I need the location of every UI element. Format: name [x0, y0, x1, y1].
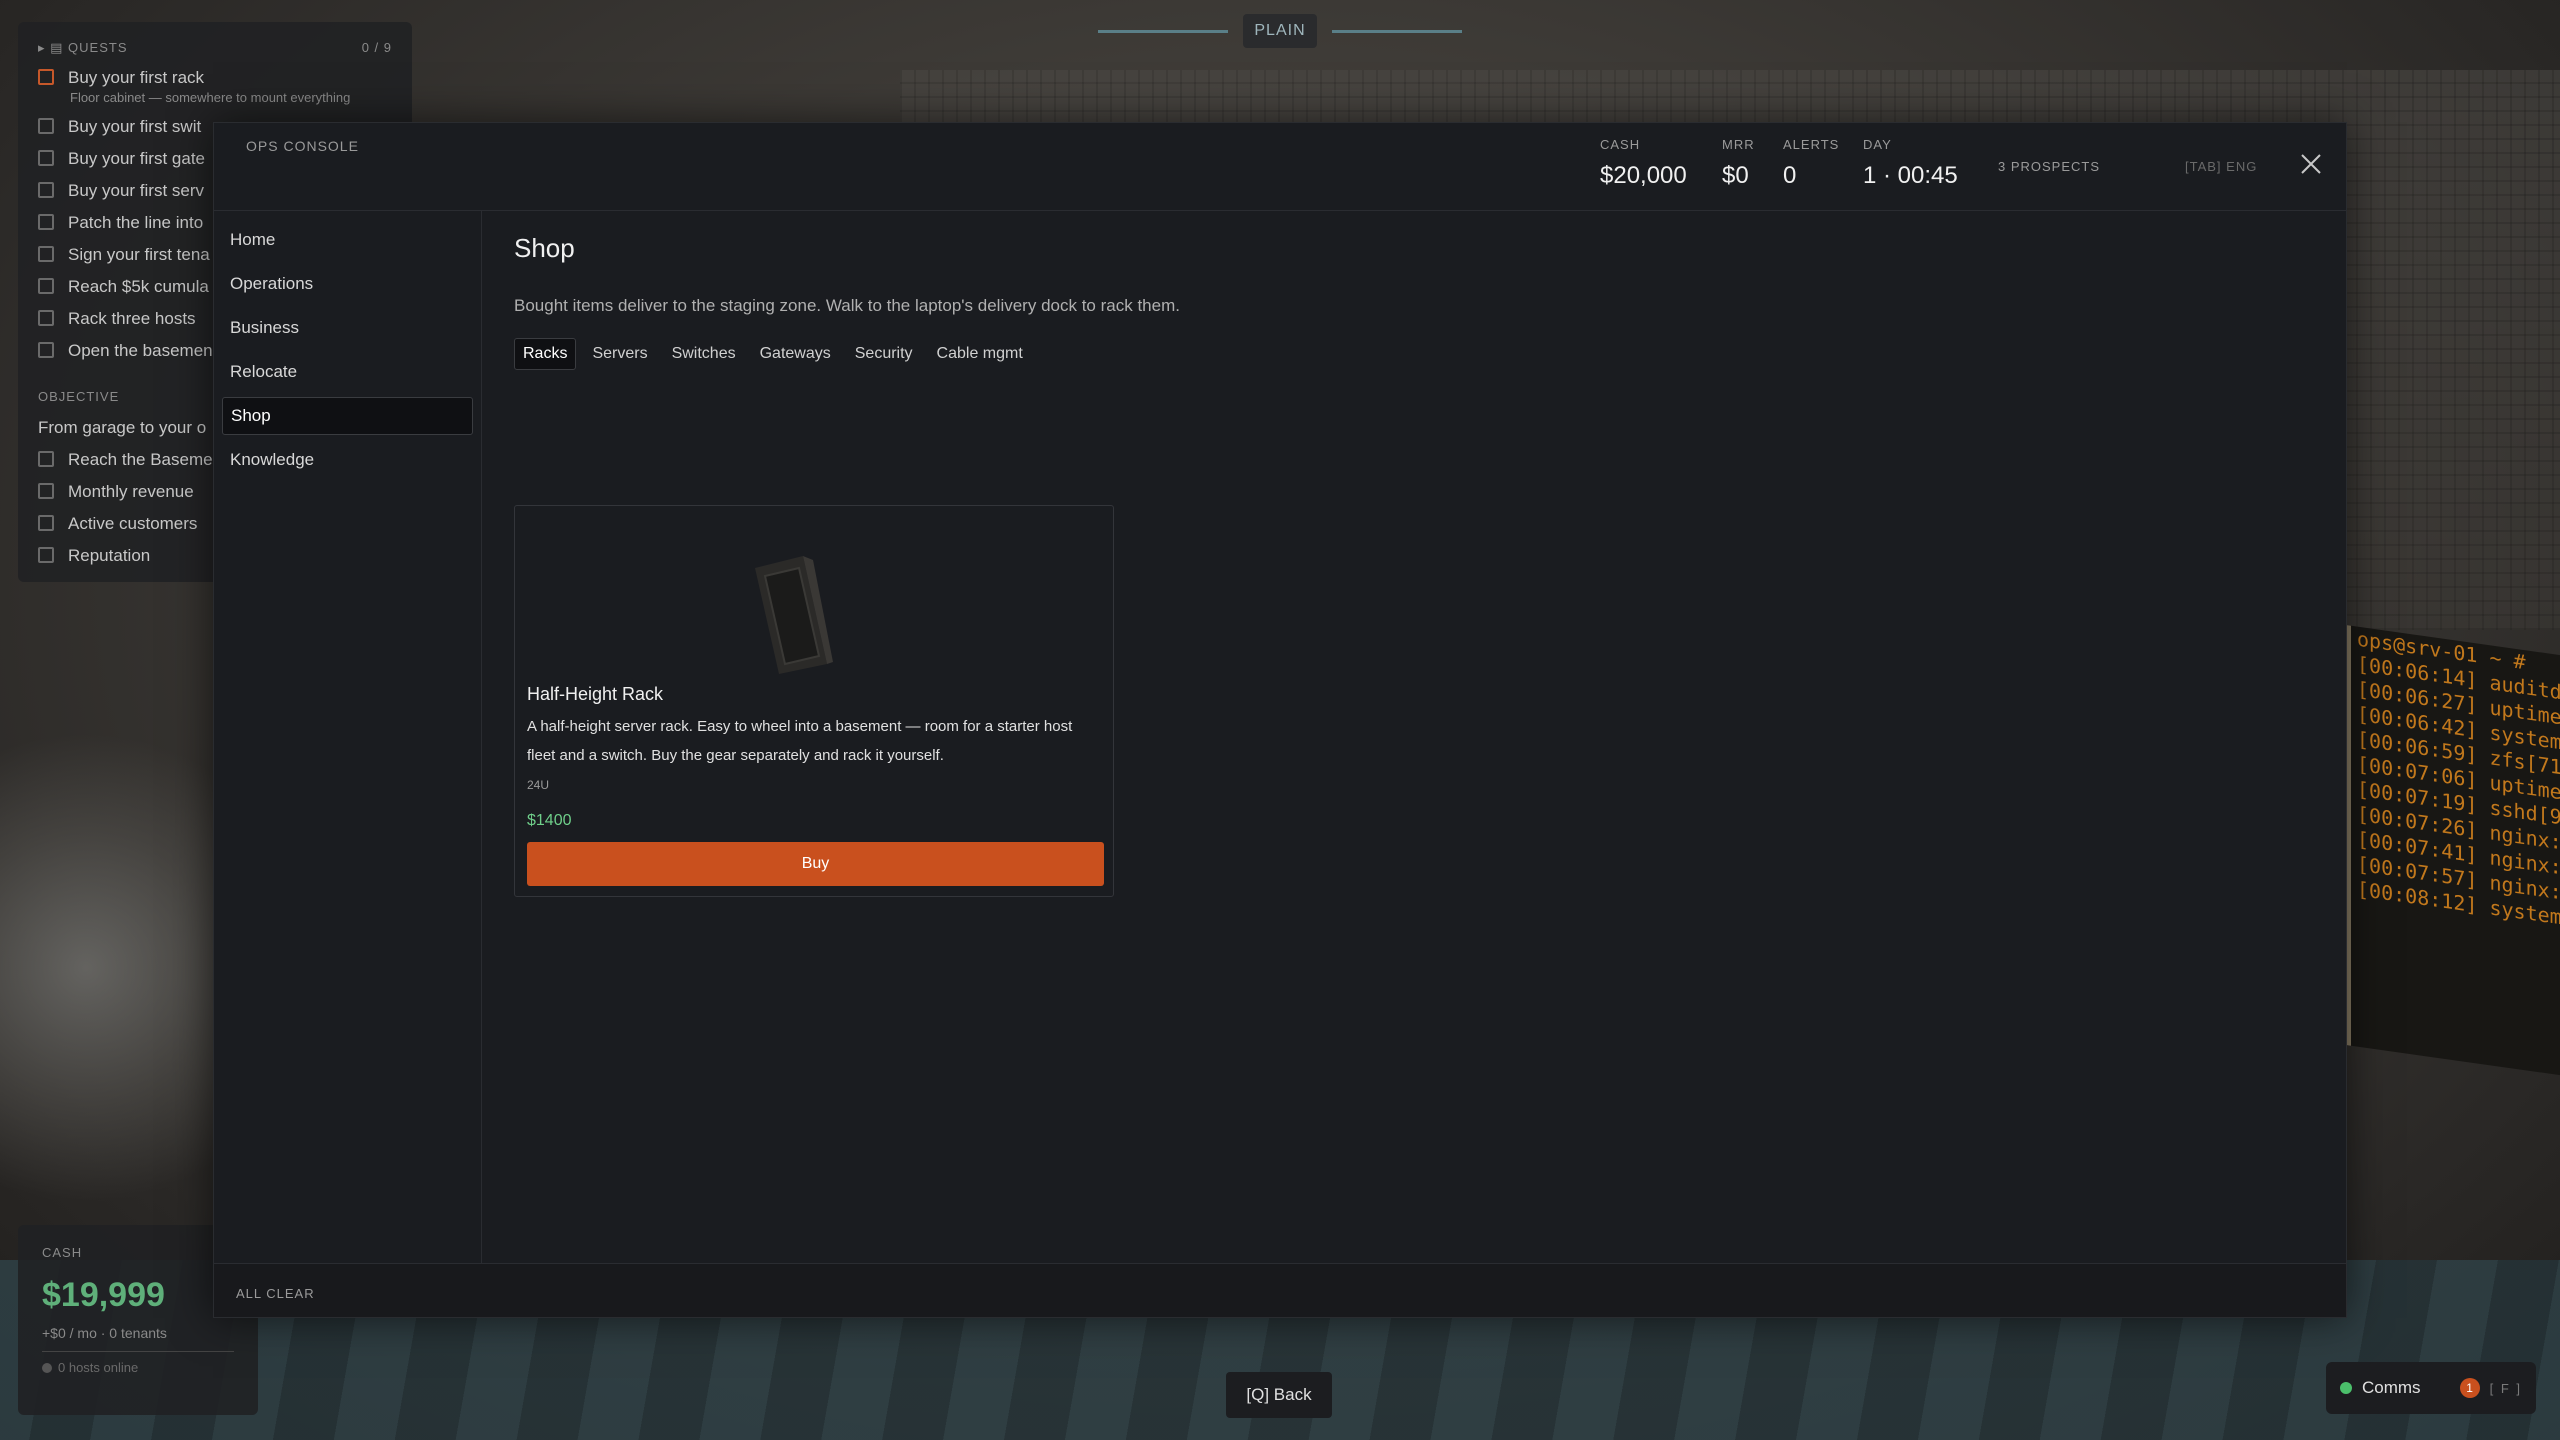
quests-title-label: QUESTS [68, 40, 128, 55]
sidebar-item-shop[interactable]: Shop [222, 397, 473, 435]
checkbox-icon[interactable] [38, 214, 54, 230]
checkbox-icon[interactable] [38, 278, 54, 294]
quest-label: Open the basemen [68, 341, 213, 360]
checkbox-icon[interactable] [38, 342, 54, 358]
cash-amount: $19,999 [42, 1276, 165, 1314]
checkbox-icon[interactable] [38, 118, 54, 134]
background-bicycle [0, 660, 215, 1220]
buy-button[interactable]: Buy [527, 842, 1104, 886]
close-icon[interactable] [2296, 149, 2326, 179]
compass-bar: PLAIN [1098, 14, 1462, 48]
hosts-online-label: 0 hosts online [58, 1360, 139, 1375]
footer-status: ALL CLEAR [236, 1286, 315, 1301]
rack-thumbnail-icon [755, 556, 833, 674]
console-title: OPS CONSOLE [246, 138, 359, 154]
cash-label: CASH [42, 1245, 83, 1260]
category-tabs: Racks Servers Switches Gateways Security… [514, 338, 2346, 370]
sidebar-item-home[interactable]: Home [222, 221, 473, 259]
checkbox-icon [38, 451, 54, 467]
quest-label: Buy your first swit [68, 117, 202, 136]
shop-description: Bought items deliver to the staging zone… [514, 296, 1180, 315]
checkbox-icon [38, 483, 54, 499]
checkbox-icon [38, 515, 54, 531]
stat-mrr-value: $0 [1722, 162, 1749, 189]
sidebar-item-relocate[interactable]: Relocate [222, 353, 473, 391]
compass-line-right [1332, 30, 1462, 33]
sidebar-item-business[interactable]: Business [222, 309, 473, 347]
checkbox-icon [38, 547, 54, 563]
checkbox-icon[interactable] [38, 310, 54, 326]
console-footer: ALL CLEAR [214, 1263, 2346, 1317]
tab-key-hint: [TAB] ENG [2185, 159, 2258, 174]
quests-title: ▸ ▤ QUESTS [38, 40, 128, 56]
stat-mrr: MRR $0 [1722, 137, 1755, 190]
comms-button[interactable]: Comms 1 [ F ] [2326, 1362, 2536, 1414]
stat-cash: CASH $20,000 [1600, 137, 1687, 190]
comms-key-hint: [ F ] [2489, 1380, 2522, 1396]
quests-header: ▸ ▤ QUESTS 0 / 9 [38, 40, 392, 56]
stat-cash-label: CASH [1600, 137, 1641, 152]
stat-alerts: ALERTS 0 [1783, 137, 1839, 190]
status-dot-icon [42, 1362, 52, 1373]
comms-label: Comms [2362, 1378, 2421, 1397]
compass-heading: PLAIN [1243, 14, 1317, 48]
quest-sub: Floor cabinet — somewhere to mount every… [70, 90, 351, 105]
tab-racks[interactable]: Racks [514, 338, 577, 370]
hosts-online: 0 hosts online [42, 1360, 234, 1375]
compass-line-left [1098, 30, 1228, 33]
stat-day-label: DAY [1863, 137, 1892, 152]
quest-label: Reach $5k cumula [68, 277, 209, 296]
objective-label: Reach the Baseme [68, 450, 213, 469]
sidebar-item-operations[interactable]: Operations [222, 265, 473, 303]
objective-label: Monthly revenue [68, 482, 194, 501]
stat-alerts-value: 0 [1783, 162, 1797, 189]
quest-book-icon: ▸ ▤ [38, 40, 69, 55]
quest-label: Patch the line into [68, 213, 204, 232]
tab-gateways[interactable]: Gateways [752, 338, 839, 370]
stat-alerts-label: ALERTS [1783, 137, 1840, 152]
quest-item[interactable]: Buy your first rack [38, 68, 392, 88]
quests-count: 0 / 9 [361, 40, 392, 55]
prospects-count[interactable]: 3 PROSPECTS [1998, 159, 2100, 174]
tab-security[interactable]: Security [847, 338, 921, 370]
checkbox-icon[interactable] [38, 150, 54, 166]
quest-label: Sign your first tena [68, 245, 210, 264]
checkbox-icon[interactable] [38, 182, 54, 198]
objective-label: Active customers [68, 514, 198, 533]
stat-mrr-label: MRR [1722, 137, 1755, 152]
product-price: $1400 [527, 812, 572, 829]
quest-label: Buy your first gate [68, 149, 206, 168]
online-dot-icon [2340, 1382, 2352, 1394]
quest-label: Rack three hosts [68, 309, 196, 328]
quest-label: Buy your first serv [68, 181, 205, 200]
stat-day: DAY 1 · 00:45 [1863, 137, 1958, 190]
divider [42, 1351, 234, 1352]
page-title: Shop [514, 233, 575, 263]
tab-cable-mgmt[interactable]: Cable mgmt [929, 338, 1031, 370]
product-description: A half-height server rack. Easy to wheel… [527, 718, 1073, 764]
product-name: Half-Height Rack [527, 684, 664, 704]
close-button[interactable] [2296, 149, 2326, 179]
console-header: OPS CONSOLE CASH $20,000 MRR $0 ALERTS 0… [214, 123, 2346, 211]
shop-main: Shop Bought items deliver to the staging… [514, 211, 2346, 1263]
notification-badge: 1 [2459, 1378, 2480, 1398]
ops-console-window: OPS CONSOLE CASH $20,000 MRR $0 ALERTS 0… [213, 122, 2347, 1318]
back-button[interactable]: [Q] Back [1226, 1372, 1332, 1418]
tab-servers[interactable]: Servers [584, 338, 655, 370]
sidebar-nav: Home Operations Business Relocate Shop K… [214, 211, 482, 1265]
background-terminal-screen: ops@srv-01 ~ # [00:06:14] auditd: [00:06… [2345, 624, 2560, 1076]
product-spec: 24U [527, 778, 550, 792]
quest-label: Buy your first rack [68, 68, 205, 87]
sidebar-item-knowledge[interactable]: Knowledge [222, 441, 473, 479]
stat-day-value: 1 · 00:45 [1863, 162, 1958, 189]
cash-sub: +$0 / mo · 0 tenants [42, 1325, 167, 1341]
checkbox-icon[interactable] [38, 246, 54, 262]
product-card: Half-Height Rack A half-height server ra… [514, 505, 1114, 897]
stat-cash-value: $20,000 [1600, 162, 1687, 189]
tab-switches[interactable]: Switches [664, 338, 744, 370]
objective-label: Reputation [68, 546, 151, 565]
checkbox-icon[interactable] [38, 69, 54, 85]
